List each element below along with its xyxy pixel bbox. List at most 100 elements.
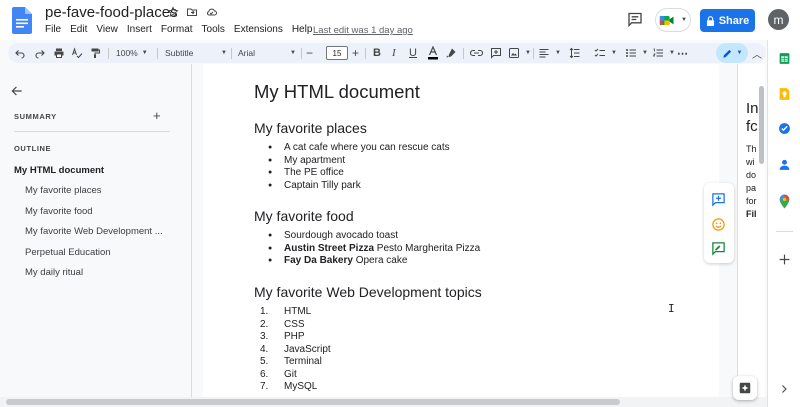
section-heading: My favorite food xyxy=(254,208,354,224)
toolbar-divider xyxy=(231,48,232,59)
font-size-input[interactable]: 15 xyxy=(326,46,348,60)
add-comment-icon[interactable] xyxy=(711,192,726,207)
list-item: Captain Tilly park xyxy=(268,180,450,193)
menu-format[interactable]: Format xyxy=(161,24,193,35)
section-heading: My favorite Web Development topics xyxy=(254,284,482,300)
page-fragment-text: for xyxy=(746,196,757,206)
document-page[interactable]: My HTML document My favorite places A ca… xyxy=(203,64,719,397)
page-fragment-text: Fil xyxy=(746,209,757,219)
outline-item-favorite-food[interactable]: My favorite food xyxy=(25,206,93,217)
outline-item-my-html-document[interactable]: My HTML document xyxy=(14,165,104,176)
menu-file[interactable]: File xyxy=(45,24,61,35)
font-select[interactable]: Arial ▼ xyxy=(238,43,296,63)
text-cursor-icon: I xyxy=(668,302,675,315)
toolbar-divider xyxy=(108,48,109,59)
bold-button[interactable]: B xyxy=(373,43,381,63)
hide-menus-chevron-up-icon[interactable]: ︿ xyxy=(752,43,762,63)
cloud-saved-icon[interactable] xyxy=(205,6,218,18)
horizontal-scrollbar[interactable] xyxy=(6,399,620,405)
google-keep-icon[interactable] xyxy=(778,87,791,101)
page-fragment-text: pa xyxy=(746,183,757,193)
chevron-right-icon[interactable] xyxy=(778,383,790,395)
add-summary-button[interactable]: + xyxy=(153,108,161,123)
menu-view[interactable]: View xyxy=(96,24,118,35)
document-outline-panel: SUMMARY + OUTLINE My HTML document My fa… xyxy=(0,64,192,397)
menu-tools[interactable]: Tools xyxy=(202,24,225,35)
formatting-toolbar: 100% ▼ Subtitle ▼ Arial ▼ − 15 + B I U ▼ ▼ … xyxy=(8,43,766,63)
insert-image-icon[interactable] xyxy=(508,47,520,59)
comment-history-icon[interactable] xyxy=(627,12,643,27)
suggest-edits-icon[interactable] xyxy=(711,241,726,256)
add-emoji-reaction-icon[interactable] xyxy=(711,217,726,232)
numbered-list: 1. HTML 2. CSS 3. PHP 4. JavaScript 5. Termin… xyxy=(260,306,331,394)
outline-item-daily-ritual[interactable]: My daily ritual xyxy=(25,267,83,278)
insert-comment-icon[interactable] xyxy=(490,47,502,59)
font-value: Arial xyxy=(238,48,256,58)
bulleted-list: A cat cafe where you can rescue cats My … xyxy=(268,142,450,192)
list-item: 3. PHP xyxy=(260,331,305,342)
document-title[interactable]: pe-fave-food-places xyxy=(45,4,178,21)
italic-button[interactable]: I xyxy=(392,43,396,63)
editing-mode-button[interactable]: ▼ xyxy=(716,43,748,63)
print-icon[interactable] xyxy=(53,47,65,59)
menu-help[interactable]: Help xyxy=(292,24,313,35)
chevron-down-icon[interactable]: ▼ xyxy=(555,43,561,63)
undo-icon[interactable] xyxy=(14,47,26,59)
increase-font-size-button[interactable]: + xyxy=(352,43,359,63)
chevron-down-icon[interactable]: ▼ xyxy=(525,43,531,63)
paint-format-icon[interactable] xyxy=(89,47,101,59)
list-item: The PE office xyxy=(268,167,450,180)
menu-insert[interactable]: Insert xyxy=(127,24,152,35)
meet-button[interactable]: ▼ xyxy=(655,8,691,32)
numbered-list-icon[interactable] xyxy=(652,47,664,59)
avatar[interactable]: m xyxy=(768,9,789,30)
chevron-down-icon: ▼ xyxy=(681,17,687,23)
decrease-font-size-button[interactable]: − xyxy=(306,43,313,63)
redo-icon[interactable] xyxy=(34,47,46,59)
insert-link-icon[interactable] xyxy=(470,47,483,59)
highlight-color-icon[interactable] xyxy=(445,47,457,59)
google-sheets-icon[interactable] xyxy=(778,52,791,65)
underline-button[interactable]: U xyxy=(409,43,417,63)
star-icon[interactable] xyxy=(167,6,179,18)
checklist-icon[interactable] xyxy=(594,47,606,59)
list-item: 5. Terminal xyxy=(260,356,322,367)
add-addon-icon[interactable] xyxy=(778,253,791,266)
zoom-select[interactable]: 100% ▼ xyxy=(116,43,148,63)
list-item: Sourdough avocado toast xyxy=(268,230,480,243)
chevron-down-icon[interactable]: ▼ xyxy=(669,43,675,63)
line-spacing-icon[interactable] xyxy=(569,47,581,59)
list-item: Austin Street Pizza Pesto Margherita Piz… xyxy=(268,243,480,256)
explore-button[interactable] xyxy=(733,376,757,400)
chevron-down-icon[interactable]: ▼ xyxy=(642,43,648,63)
google-contacts-icon[interactable] xyxy=(778,158,791,171)
toolbar-divider xyxy=(365,48,366,59)
menu-edit[interactable]: Edit xyxy=(70,24,87,35)
style-select[interactable]: Subtitle ▼ xyxy=(165,43,227,63)
chevron-down-icon: ▼ xyxy=(221,50,227,56)
vertical-scrollbar[interactable] xyxy=(759,86,764,164)
menu-extensions[interactable]: Extensions xyxy=(234,24,283,35)
outline-item-favorite-web-dev[interactable]: My favorite Web Development ... xyxy=(25,226,163,237)
google-tasks-icon[interactable] xyxy=(778,122,791,135)
pencil-icon xyxy=(722,49,731,58)
list-item: A cat cafe where you can rescue cats xyxy=(268,142,450,155)
last-edit-link[interactable]: Last edit was 1 day ago xyxy=(313,25,413,36)
text-color-icon[interactable] xyxy=(427,46,439,60)
move-to-folder-icon[interactable] xyxy=(186,6,198,18)
outline-item-favorite-places[interactable]: My favorite places xyxy=(25,185,102,196)
list-item: My apartment xyxy=(268,155,450,168)
more-options-icon[interactable]: ⋯ xyxy=(677,43,688,63)
bulleted-list-icon[interactable] xyxy=(625,47,637,59)
spell-check-icon[interactable] xyxy=(71,47,83,59)
share-button[interactable]: Share xyxy=(700,9,755,32)
google-docs-logo-icon[interactable] xyxy=(12,7,32,34)
google-maps-icon[interactable] xyxy=(778,194,791,209)
back-arrow-icon[interactable] xyxy=(10,84,24,98)
outline-item-perpetual-education[interactable]: Perpetual Education xyxy=(25,247,111,258)
list-item: Fay Da Bakery Opera cake xyxy=(268,255,480,268)
outline-heading: OUTLINE xyxy=(14,144,52,153)
zoom-value: 100% xyxy=(116,48,138,58)
chevron-down-icon[interactable]: ▼ xyxy=(611,43,617,63)
align-left-icon[interactable] xyxy=(538,47,550,59)
